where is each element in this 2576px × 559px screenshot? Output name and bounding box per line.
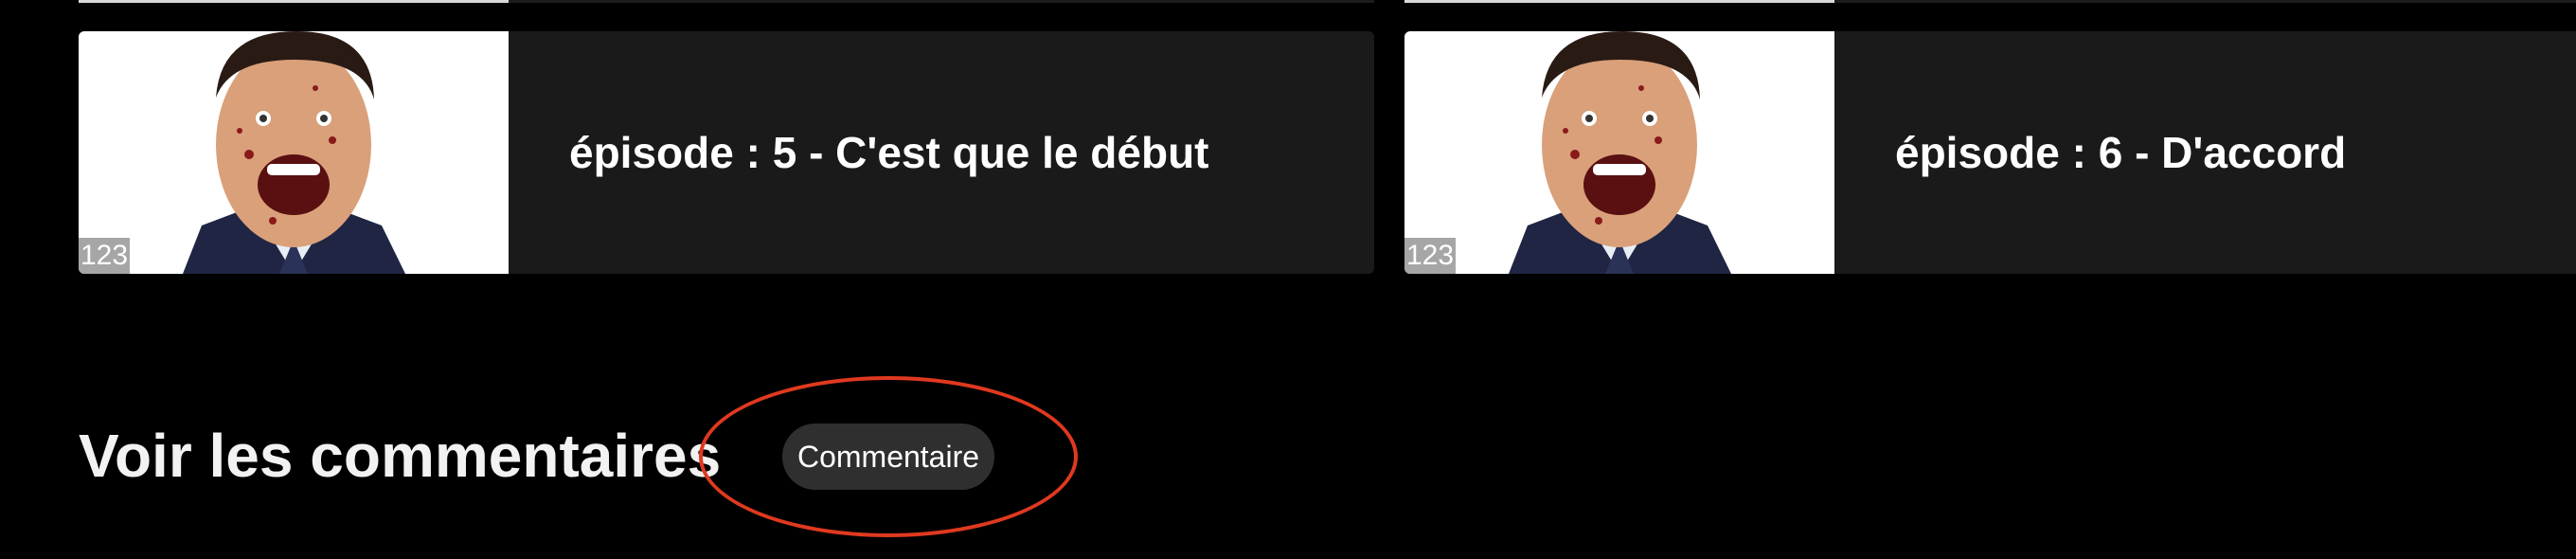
page: 123 épisode : 5 - C'est que le début 123…	[0, 0, 2576, 559]
episode-thumbnail: 123	[1404, 31, 1834, 274]
thumbnail-badge: 123	[1404, 238, 1456, 274]
episode-title: épisode : 5 - C'est que le début	[569, 128, 1209, 177]
comments-heading: Voir les commentaires	[79, 422, 722, 490]
episode-card-5[interactable]: 123 épisode : 5 - C'est que le début	[79, 31, 1374, 274]
episode-card-6[interactable]: 123 épisode : 6 - D'accord	[1404, 31, 2576, 274]
episode-title: épisode : 6 - D'accord	[1895, 128, 2347, 177]
episode-thumbnail: 123	[79, 31, 509, 274]
previous-thumbnail-edge	[1404, 0, 1834, 3]
comment-button[interactable]: Commentaire	[782, 424, 994, 490]
thumbnail-badge: 123	[79, 238, 130, 274]
previous-thumbnail-edge	[79, 0, 509, 3]
